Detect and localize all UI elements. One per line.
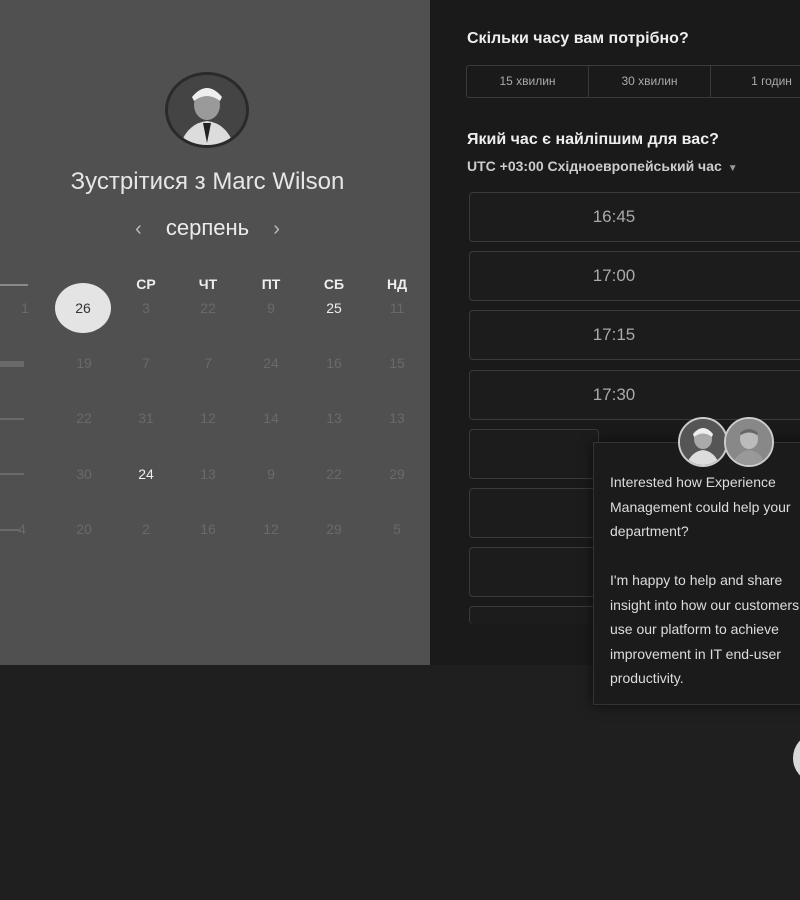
calendar-day[interactable]: 9	[251, 300, 291, 316]
timezone-select[interactable]: UTC +03:00 Східноевропейський час ▼	[467, 158, 738, 174]
calendar-day[interactable]: 24	[251, 355, 291, 371]
time-question: Який час є найліпшим для вас?	[467, 131, 719, 148]
weekday-header-bar	[0, 284, 28, 286]
calendar-day[interactable]: 29	[377, 466, 417, 482]
chat-launcher-button[interactable]	[793, 735, 800, 781]
row-marker	[0, 473, 24, 475]
calendar-day[interactable]: 13	[188, 466, 228, 482]
duration-option[interactable]: 15 хвилин	[467, 66, 589, 97]
calendar-day[interactable]: 1	[5, 300, 45, 316]
chat-message: Interested how Experience Management cou…	[610, 474, 800, 686]
host-name: Marc Wilson	[212, 168, 345, 195]
meeting-title-prefix: Зустрітися з	[70, 168, 206, 195]
month-navigation: ‹ серпень ›	[0, 215, 415, 241]
calendar-day[interactable]: 29	[314, 521, 354, 537]
calendar-day[interactable]: 15	[377, 355, 417, 371]
timezone-label: UTC +03:00 Східноевропейський час	[467, 158, 722, 174]
chevron-right-icon[interactable]: ›	[273, 218, 280, 240]
calendar-day[interactable]: 19	[64, 355, 104, 371]
time-slot-empty[interactable]	[469, 429, 599, 479]
duration-option[interactable]: 1 годин	[711, 66, 800, 97]
calendar-day[interactable]: 11	[377, 300, 417, 316]
agent-avatar	[724, 417, 774, 467]
calendar-day[interactable]: 24	[126, 466, 166, 482]
calendar-day[interactable]: 16	[314, 355, 354, 371]
calendar-day[interactable]: 5	[377, 521, 417, 537]
calendar-day[interactable]: 4	[2, 521, 42, 537]
time-slot[interactable]: 16:45	[469, 192, 800, 242]
calendar-day[interactable]: 13	[314, 410, 354, 426]
time-slot[interactable]: 17:30	[469, 370, 800, 420]
calendar-day[interactable]: 7	[126, 355, 166, 371]
time-slot-empty[interactable]	[469, 488, 599, 538]
calendar-day[interactable]: 3	[126, 300, 166, 316]
month-label: серпень	[165, 215, 250, 240]
calendar-day[interactable]: 7	[188, 355, 228, 371]
agent-avatar	[678, 417, 728, 467]
duration-selector: 15 хвилин 30 хвилин 1 годин	[466, 65, 800, 98]
calendar-day[interactable]: 30	[64, 466, 104, 482]
calendar-day[interactable]: 25	[314, 300, 354, 316]
weekday-label: ПТ	[261, 276, 281, 292]
meeting-title: Зустрітися з Marc Wilson	[0, 168, 415, 196]
calendar-day[interactable]: 13	[377, 410, 417, 426]
calendar-day[interactable]: 20	[64, 521, 104, 537]
caret-down-icon: ▼	[727, 163, 738, 174]
calendar-day[interactable]: 12	[188, 410, 228, 426]
weekday-label: ЧТ	[198, 276, 218, 292]
calendar-day[interactable]: 16	[188, 521, 228, 537]
weekday-label: НД	[386, 276, 408, 292]
calendar-day[interactable]: 14	[251, 410, 291, 426]
row-marker	[0, 361, 24, 367]
weekday-label: СР	[136, 276, 156, 292]
calendar-day[interactable]: 22	[64, 410, 104, 426]
chevron-left-icon[interactable]: ‹	[135, 218, 142, 240]
calendar-day[interactable]: 22	[314, 466, 354, 482]
calendar-day[interactable]: 2	[126, 521, 166, 537]
row-marker	[0, 418, 24, 420]
calendar-day[interactable]: 9	[251, 466, 291, 482]
time-slot-empty[interactable]	[469, 606, 599, 624]
selected-date[interactable]: 26	[55, 283, 111, 333]
weekday-label: СБ	[323, 276, 345, 292]
duration-option[interactable]: 30 хвилин	[589, 66, 711, 97]
calendar-day[interactable]: 22	[188, 300, 228, 316]
time-slot-empty[interactable]	[469, 547, 599, 597]
time-slot[interactable]: 17:15	[469, 310, 800, 360]
host-avatar	[165, 72, 249, 148]
calendar-day[interactable]: 12	[251, 521, 291, 537]
time-slot[interactable]: 17:00	[469, 251, 800, 301]
calendar-day[interactable]: 31	[126, 410, 166, 426]
duration-question: Скільки часу вам потрібно?	[467, 30, 689, 47]
